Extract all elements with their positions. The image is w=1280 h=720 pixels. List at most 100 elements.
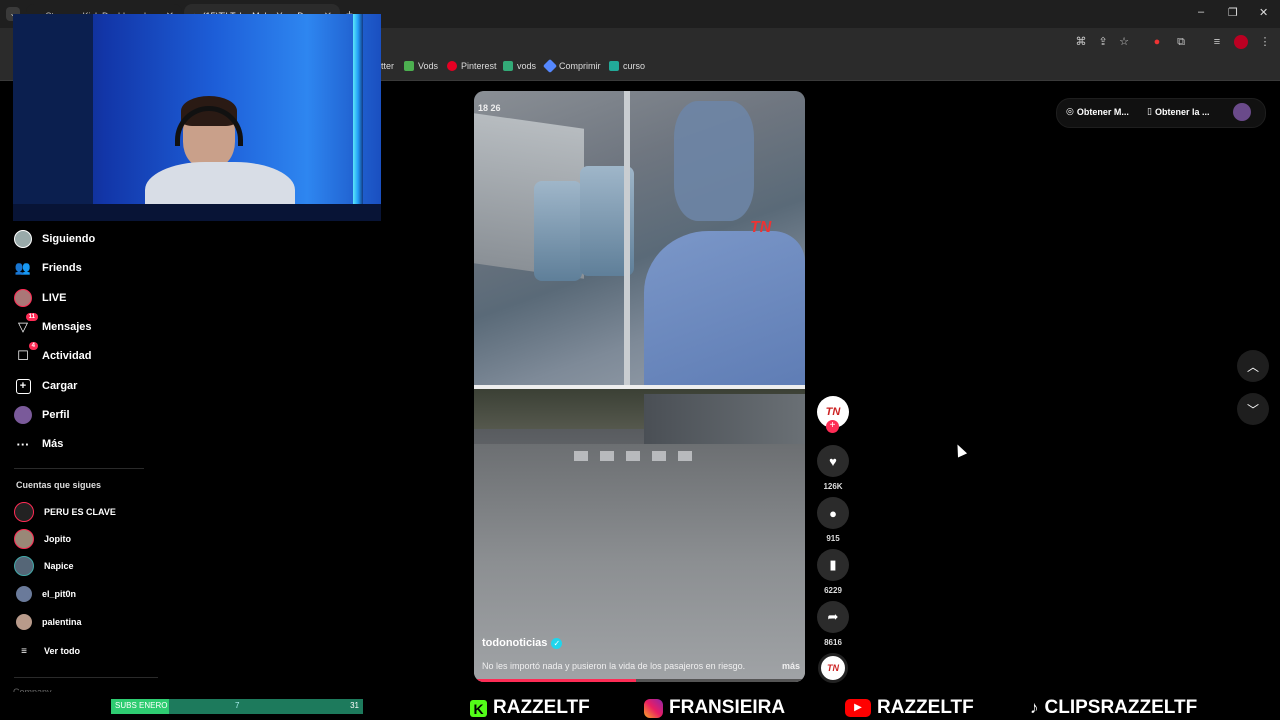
heart-icon: ♥: [829, 453, 837, 469]
save-button[interactable]: ▮: [817, 549, 849, 581]
close-window-icon[interactable]: ✕: [1259, 6, 1268, 19]
webcam-overlay: [13, 14, 381, 221]
nav-more[interactable]: ··· Más: [14, 433, 64, 455]
profile-avatar-icon[interactable]: [1234, 35, 1248, 49]
social-tiktok: ♪ CLIPSRAZZELTF: [1030, 697, 1197, 719]
bookmark-item[interactable]: vods: [503, 61, 536, 71]
account-name: PERU ES CLAVE: [44, 507, 116, 517]
sidebar-divider: [14, 677, 158, 678]
share-count: 8616: [824, 638, 842, 647]
video-caption: No les importó nada y pusieron la vida d…: [482, 661, 800, 671]
account-item[interactable]: Napice: [14, 555, 74, 577]
bookmark-item[interactable]: tter: [381, 61, 394, 71]
previous-video-button[interactable]: ︿: [1237, 350, 1269, 382]
bookmark-item[interactable]: curso: [609, 61, 645, 71]
messages-icon: ▽ 11: [14, 313, 38, 336]
see-all-label: Ver todo: [44, 646, 81, 656]
nav-live[interactable]: LIVE: [14, 287, 66, 309]
nav-activity[interactable]: ☐ 4 Actividad: [14, 342, 92, 367]
bookmark-label: Pinterest: [461, 61, 497, 71]
restore-icon[interactable]: ❐: [1228, 6, 1238, 19]
user-avatar[interactable]: [1233, 103, 1251, 121]
phone-icon: ▯: [1147, 106, 1152, 116]
subs-goal-bar: SUBS ENERO 7 31: [111, 699, 363, 714]
passenger-figure: [674, 101, 754, 221]
media-control-icon[interactable]: ≡: [1210, 35, 1224, 49]
get-mobile-app-button[interactable]: ▯ Obtener la ...: [1147, 106, 1209, 117]
social-handle: RAZZELTF: [493, 697, 590, 718]
follow-plus-icon[interactable]: +: [826, 420, 839, 433]
button-label: Obtener la ...: [1154, 106, 1210, 117]
extensions-icon[interactable]: ⧉: [1174, 35, 1188, 49]
save-count: 6229: [824, 586, 842, 595]
nav-friends[interactable]: 👥 Friends: [14, 257, 82, 279]
account-item[interactable]: PERU ES CLAVE: [14, 501, 116, 523]
like-count: 126K: [823, 482, 843, 491]
more-icon: ···: [16, 436, 30, 452]
nav-messages[interactable]: ▽ 11 Mensajes: [14, 313, 92, 338]
like-button[interactable]: ♥: [817, 445, 849, 477]
youtube-icon: ▶: [845, 699, 871, 717]
social-handle: CLIPSRAZZELTF: [1044, 697, 1198, 718]
instagram-icon: [644, 698, 663, 718]
nav-upload[interactable]: + Cargar: [14, 375, 77, 397]
nav-label: Actividad: [42, 350, 92, 362]
nav-label: Perfil: [42, 409, 70, 421]
button-label: Obtener M...: [1076, 106, 1129, 117]
bookmark-item[interactable]: Comprimir: [542, 58, 601, 74]
menu-kebab-icon[interactable]: ⋮: [1258, 35, 1272, 49]
webcam-desk: [13, 204, 381, 221]
translate-icon[interactable]: ⌘: [1074, 35, 1088, 49]
mouse-cursor-icon: [952, 442, 968, 458]
vods-alt-icon: [503, 61, 513, 71]
nav-following[interactable]: Siguiendo: [14, 228, 95, 250]
account-avatar: [14, 529, 34, 549]
pinterest-icon: [447, 61, 457, 71]
extension-red-icon[interactable]: ●: [1150, 35, 1164, 49]
get-desktop-app-button[interactable]: ◎ Obtener M...: [1066, 106, 1129, 117]
course-icon: [609, 61, 619, 71]
chevron-up-icon: ︿: [1246, 359, 1259, 374]
account-avatar: [14, 556, 34, 576]
sound-disc-icon[interactable]: TN: [818, 653, 848, 683]
account-item[interactable]: Jopito: [14, 528, 71, 550]
bookmark-label: curso: [623, 61, 646, 71]
comment-count: 915: [826, 534, 840, 543]
bookmark-label: Comprimir: [559, 61, 601, 71]
video-progress-track[interactable]: [474, 679, 805, 682]
account-item[interactable]: palentina: [14, 611, 82, 633]
kick-icon: K: [470, 699, 487, 717]
crosswalk-stripe: [574, 451, 588, 461]
video-player[interactable]: 18 26 TN todonoticias ✓ No les importó n…: [474, 91, 805, 682]
install-icon[interactable]: ⇪: [1096, 35, 1110, 49]
account-name: palentina: [42, 617, 82, 627]
bookmark-star-icon[interactable]: ☆: [1117, 35, 1131, 49]
see-more-link[interactable]: más: [782, 661, 800, 671]
chevron-down-icon: ﹀: [1246, 402, 1259, 417]
street-buildings: [644, 394, 805, 444]
verified-icon: ✓: [551, 637, 563, 649]
video-timestamp: 18 26: [478, 103, 501, 113]
video-author[interactable]: todonoticias ✓: [482, 637, 563, 649]
bookmark-item[interactable]: Pinterest: [447, 61, 497, 71]
comment-button[interactable]: ●: [817, 497, 849, 529]
see-all-link[interactable]: ≡ Ver todo: [14, 640, 80, 662]
messages-badge: 11: [25, 313, 38, 321]
bookmark-icon: ▮: [829, 557, 837, 572]
next-video-button[interactable]: ﹀: [1237, 393, 1269, 425]
nav-label: Friends: [42, 262, 82, 274]
subs-goal-target: 31: [350, 701, 359, 710]
bookmark-label: tter: [381, 61, 395, 71]
bus-seat: [534, 181, 582, 281]
vods-icon: [404, 61, 414, 71]
video-progress-fill: [474, 679, 637, 682]
bookmark-item[interactable]: Vods: [404, 61, 438, 71]
share-button[interactable]: ➦: [817, 601, 849, 633]
share-icon: ➦: [827, 609, 839, 624]
nav-profile[interactable]: Perfil: [14, 404, 70, 426]
account-name: el_pit0n: [42, 589, 77, 599]
activity-icon: ☐ 4: [14, 342, 38, 365]
minimize-icon[interactable]: –: [1198, 6, 1204, 18]
social-youtube: ▶ RAZZELTF: [845, 697, 974, 719]
account-item[interactable]: el_pit0n: [14, 583, 76, 605]
